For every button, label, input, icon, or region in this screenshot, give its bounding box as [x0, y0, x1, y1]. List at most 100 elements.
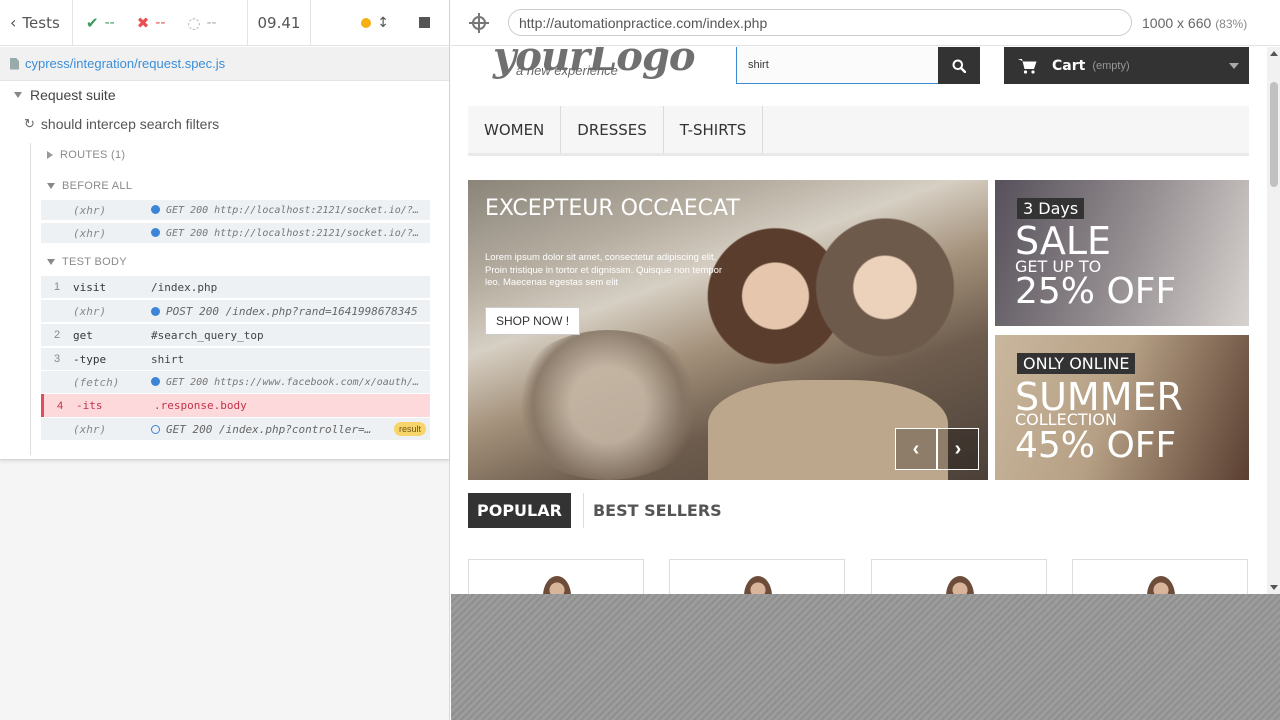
command-name: (fetch): [73, 375, 120, 389]
product-image: [1147, 576, 1175, 594]
test-title: should intercep search filters: [40, 116, 220, 132]
run-controls: ↕: [311, 0, 449, 46]
viewport-dimensions: 1000 x 660: [1142, 14, 1212, 31]
auto-scroll-toggle-icon[interactable]: ↕: [377, 15, 389, 31]
chevron-right-icon: ›: [954, 437, 962, 460]
command-message: POST 200 /index.php?rand=1641998678345: [151, 305, 430, 318]
product-card[interactable]: [468, 559, 644, 594]
menu-item-women[interactable]: Women: [468, 106, 562, 153]
promo-banner-sale[interactable]: 3 Days SALE GET UP TO 25% OFF: [995, 180, 1249, 326]
command-message-text: GET 200 http://localhost:2121/socket.io/…: [166, 227, 430, 239]
command-row[interactable]: (fetch) GET 200 https://www.facebook.com…: [41, 371, 430, 393]
site-logo-tagline: a new experience: [516, 63, 618, 78]
promo-deal: 45% OFF: [1015, 425, 1177, 466]
test-title-row[interactable]: ↻ should intercep search filters: [24, 116, 219, 132]
failed-stat[interactable]: ✖ --: [137, 14, 166, 32]
status-dot-icon: [151, 376, 160, 386]
suite-title-row[interactable]: Request suite: [14, 87, 116, 103]
search-input[interactable]: shirt: [736, 47, 939, 84]
reporter-content: ‹ Tests ✔ -- ✖ -- ◌ -- 09.41 ↕ cypress/i…: [0, 0, 449, 460]
slider-next-button[interactable]: ›: [937, 428, 979, 470]
back-label: Tests: [22, 13, 60, 32]
spec-path-link[interactable]: cypress/integration/request.spec.js: [25, 56, 225, 71]
search-icon: [952, 59, 966, 73]
menu-item-dresses[interactable]: Dresses: [561, 106, 664, 153]
passed-count: --: [104, 14, 115, 31]
aut-header: http://automationpractice.com/index.php …: [451, 0, 1280, 46]
command-row[interactable]: (xhr) GET 200 /index.php?controller=… re…: [41, 418, 430, 440]
command-name: (xhr): [73, 304, 107, 318]
product-tabs: Popular Best Sellers: [468, 493, 731, 528]
command-row[interactable]: 3 -type shirt: [41, 348, 430, 370]
chevron-left-icon: ‹: [912, 437, 920, 460]
viewport-info[interactable]: 1000 x 660 (83%): [1142, 15, 1247, 31]
chevron-left-icon: ‹: [10, 13, 17, 32]
product-card[interactable]: [1072, 559, 1248, 594]
command-row[interactable]: 2 get #search_query_top: [41, 324, 430, 346]
routes-toggle[interactable]: ROUTES (1): [47, 149, 125, 161]
shop-now-button[interactable]: SHOP NOW !: [485, 307, 581, 335]
product-card[interactable]: [871, 559, 1047, 594]
slide-image-model: [813, 195, 973, 415]
command-row[interactable]: (xhr) POST 200 /index.php?rand=164199867…: [41, 300, 430, 322]
result-badge: result: [393, 422, 426, 436]
before-all-label: BEFORE ALL: [62, 180, 133, 192]
scroll-down-icon[interactable]: [1270, 585, 1278, 590]
command-message: /index.php: [151, 280, 218, 294]
circle-notch-icon: ◌: [187, 13, 201, 32]
selector-playground-icon[interactable]: [469, 12, 489, 33]
slider-prev-button[interactable]: ‹: [895, 428, 937, 470]
command-message-text: GET 200 http://localhost:2121/socket.io/…: [166, 204, 430, 216]
refresh-icon: ↻: [24, 116, 35, 131]
scroll-thumb[interactable]: [1270, 82, 1278, 187]
search-button[interactable]: [938, 47, 980, 84]
command-message: GET 200 /index.php?controller=…: [151, 423, 394, 436]
cart-label: Cart: [1052, 57, 1086, 74]
command-message: shirt: [151, 352, 185, 366]
command-message: #search_query_top: [151, 328, 264, 342]
command-row[interactable]: (xhr) GET 200 http://localhost:2121/sock…: [41, 200, 430, 220]
tab-best-sellers[interactable]: Best Sellers: [582, 493, 731, 528]
homepage-slider: Exceptеur Occaecat Lorem ipsum dolor sit…: [468, 180, 988, 480]
promo-tag: ONLY ONLINE: [1017, 353, 1136, 374]
command-name: (xhr): [73, 203, 107, 217]
status-dot-icon: [151, 227, 160, 237]
command-row[interactable]: (xhr) GET 200 http://localhost:2121/sock…: [41, 223, 430, 243]
command-name: -its: [76, 399, 103, 412]
back-to-tests-button[interactable]: ‹ Tests: [0, 0, 73, 46]
promo-deal: 25% OFF: [1015, 271, 1177, 312]
command-row-failed[interactable]: 4 -its .response.body: [41, 394, 430, 417]
command-message: GET 200 http://localhost:2121/socket.io/…: [151, 204, 430, 216]
passed-stat[interactable]: ✔ --: [86, 14, 115, 32]
before-all-toggle[interactable]: BEFORE ALL: [47, 180, 132, 192]
command-name: (xhr): [73, 422, 107, 436]
product-image: [946, 576, 974, 594]
command-message: .response.body: [154, 399, 247, 412]
tab-popular[interactable]: Popular: [468, 493, 571, 528]
command-row[interactable]: 1 visit /index.php: [41, 276, 430, 298]
cart-button[interactable]: Cart (empty): [1004, 47, 1249, 84]
command-number: 1: [53, 281, 61, 293]
command-name: visit: [73, 280, 107, 294]
menu-item-tshirts[interactable]: T-shirts: [664, 106, 764, 153]
pending-dot-icon: [151, 424, 160, 434]
scroll-up-icon[interactable]: [1270, 51, 1278, 56]
pending-count: --: [206, 14, 217, 31]
spec-file-bar: cypress/integration/request.spec.js: [0, 47, 449, 81]
suite-title: Request suite: [30, 87, 116, 103]
stop-button[interactable]: [419, 17, 430, 28]
product-card[interactable]: [669, 559, 845, 594]
test-body-toggle[interactable]: TEST BODY: [47, 256, 127, 268]
running-indicator-icon: [361, 17, 372, 28]
promo-banner-summer[interactable]: ONLY ONLINE SUMMER COLLECTION 45% OFF: [995, 335, 1249, 480]
page-scrollbar[interactable]: [1267, 47, 1280, 594]
slide-text: Lorem ipsum dolor sit amet, consectetur …: [485, 252, 723, 288]
aut-background: [451, 594, 1280, 720]
command-number: 4: [56, 399, 64, 412]
command-number: 3: [53, 353, 61, 365]
file-icon: [10, 57, 19, 70]
url-bar[interactable]: http://automationpractice.com/index.php: [508, 9, 1132, 36]
command-message-text: GET 200 /index.php?controller=…: [166, 422, 372, 436]
status-dot-icon: [151, 306, 160, 316]
pending-stat[interactable]: ◌ --: [187, 14, 216, 32]
